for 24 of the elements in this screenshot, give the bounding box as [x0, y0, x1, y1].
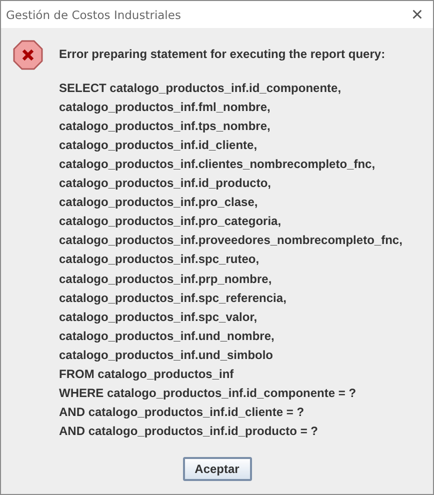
query-line: catalogo_productos_inf.id_producto,: [59, 175, 272, 192]
error-heading: Error preparing statement for executing the report query:: [59, 46, 386, 63]
query-line: AND catalogo_productos_inf.id_cliente = ?: [59, 404, 306, 422]
query-line: catalogo_productos_inf.fml_nombre,: [59, 98, 272, 116]
query-line: WHERE catalogo_productos_inf.id_componente = ?: [59, 385, 358, 402]
window-title: Gestión de Costos Industriales: [6, 8, 181, 22]
query-line: AND catalogo_productos_inf.id_producto = ?: [59, 423, 320, 440]
error-icon: [13, 40, 43, 70]
query-line: catalogo_productos_inf.spc_valor,: [59, 308, 258, 326]
query-line: catalogo_productos_inf.und_simbolo: [59, 346, 274, 364]
query-line: catalogo_productos_inf.clientes_nombrecompleto_fnc,: [59, 156, 376, 173]
query-line: FROM catalogo_productos_inf: [59, 366, 235, 383]
query-line: catalogo_productos_inf.id_cliente,: [59, 136, 258, 154]
query-line: catalogo_productos_inf.tps_nombre,: [59, 118, 272, 135]
query-line: SELECT catalogo_productos_inf.id_componente,: [59, 80, 342, 97]
query-line: catalogo_productos_inf.spc_ruteo,: [59, 251, 260, 268]
accept-button[interactable]: Aceptar: [182, 457, 252, 481]
query-line: catalogo_productos_inf.prp_nombre,: [59, 270, 273, 288]
query-line: catalogo_productos_inf.spc_referencia,: [59, 290, 288, 307]
close-icon[interactable]: ×: [407, 4, 427, 24]
query-line: catalogo_productos_inf.proveedores_nombrecompleto_fnc,: [59, 232, 402, 250]
query-line: catalogo_productos_inf.pro_clase,: [59, 194, 259, 212]
query-line: catalogo_productos_inf.pro_categoria,: [59, 213, 282, 230]
query-line: catalogo_productos_inf.und_nombre,: [59, 328, 276, 345]
